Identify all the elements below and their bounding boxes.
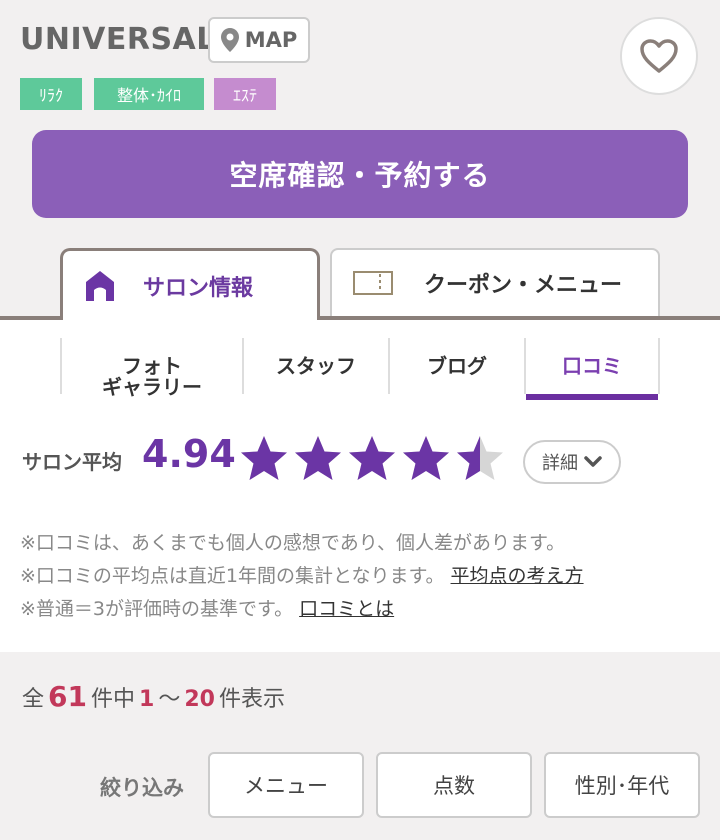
subtab-reviews[interactable]: 口コミ [526, 338, 658, 394]
star-full-icon [403, 436, 449, 480]
subtab-label: ブログ [427, 353, 487, 378]
subtab-staff[interactable]: スタッフ [244, 338, 388, 394]
subtab-label: フォト [122, 354, 182, 378]
count-to: 20 [184, 687, 215, 712]
house-icon [86, 270, 114, 301]
rating-detail-button[interactable]: 詳細 [523, 440, 621, 484]
ticket-icon [353, 271, 393, 295]
count-suffix: 件表示 [218, 687, 285, 712]
note-text: ※口コミの平均点は直近1年間の集計となります。 [20, 565, 445, 587]
filter-gender-age-button[interactable]: 性別･年代 [544, 752, 700, 818]
subtab-blog[interactable]: ブログ [390, 338, 524, 394]
star-full-icon [349, 436, 395, 480]
subtab-label: スタッフ [276, 353, 356, 378]
subtab-label: ギャラリー [102, 375, 202, 399]
tab-salon-info-label: サロン情報 [143, 275, 254, 301]
star-full-icon [295, 436, 341, 480]
filter-score-button[interactable]: 点数 [376, 752, 532, 818]
result-count: 全 61 件中 1 ～ 20 件表示 [22, 680, 285, 713]
chevron-down-icon [584, 456, 602, 467]
salon-name: UNIVERSAL [20, 22, 216, 57]
map-label: MAP [244, 28, 298, 52]
review-section: フォト ギャラリー スタッフ ブログ 口コミ サロン平均 4.94 詳細 ※口コ… [0, 320, 720, 652]
favorite-button[interactable] [620, 17, 698, 95]
star-half-icon [457, 436, 503, 480]
average-explanation-link[interactable]: 平均点の考え方 [451, 565, 584, 587]
heart-outline-icon [640, 39, 678, 73]
map-button[interactable]: MAP [208, 17, 310, 63]
about-reviews-link[interactable]: 口コミとは [299, 598, 394, 620]
note-text: ※口コミは、あくまでも個人の感想であり、個人差があります。 [20, 532, 566, 554]
count-tilde: ～ [158, 687, 181, 712]
filter-label: 絞り込み [100, 776, 184, 800]
detail-label: 詳細 [542, 453, 578, 474]
tab-coupon-menu-label: クーポン・メニュー [424, 273, 623, 298]
count-mid: 件中 [90, 687, 135, 712]
filter-menu-button[interactable]: メニュー [208, 752, 364, 818]
tag-relaxation: ﾘﾗｸ [20, 78, 82, 110]
rating-value: 4.94 [142, 432, 236, 476]
tab-coupon-menu[interactable]: クーポン・メニュー [330, 248, 660, 316]
reserve-button[interactable]: 空席確認・予約する [32, 130, 688, 218]
count-total: 61 [48, 680, 87, 713]
count-prefix: 全 [22, 687, 45, 712]
rating-label: サロン平均 [22, 450, 122, 474]
tag-esthetic: ｴｽﾃ [214, 78, 276, 110]
subtab-separator [658, 338, 660, 394]
active-subtab-indicator [526, 394, 658, 400]
salon-header: UNIVERSAL MAP ﾘﾗｸ 整体･ｶｲﾛ ｴｽﾃ 空席確認・予約する [0, 0, 720, 250]
star-full-icon [241, 436, 287, 480]
review-note: ※口コミは、あくまでも個人の感想であり、個人差があります。 [20, 528, 565, 555]
subtab-label: 口コミ [562, 353, 622, 378]
review-note: ※普通＝3が評価時の基準です。 口コミとは [20, 594, 394, 621]
count-from: 1 [139, 687, 155, 712]
subtab-photo-gallery[interactable]: フォト ギャラリー [62, 338, 242, 416]
review-note: ※口コミの平均点は直近1年間の集計となります。 平均点の考え方 [20, 561, 584, 588]
tag-chiropractic: 整体･ｶｲﾛ [94, 78, 204, 110]
location-pin-icon [220, 28, 239, 52]
tab-salon-info[interactable]: サロン情報 [60, 248, 320, 320]
note-text: ※普通＝3が評価時の基準です。 [20, 598, 294, 620]
rating-stars [240, 434, 504, 482]
